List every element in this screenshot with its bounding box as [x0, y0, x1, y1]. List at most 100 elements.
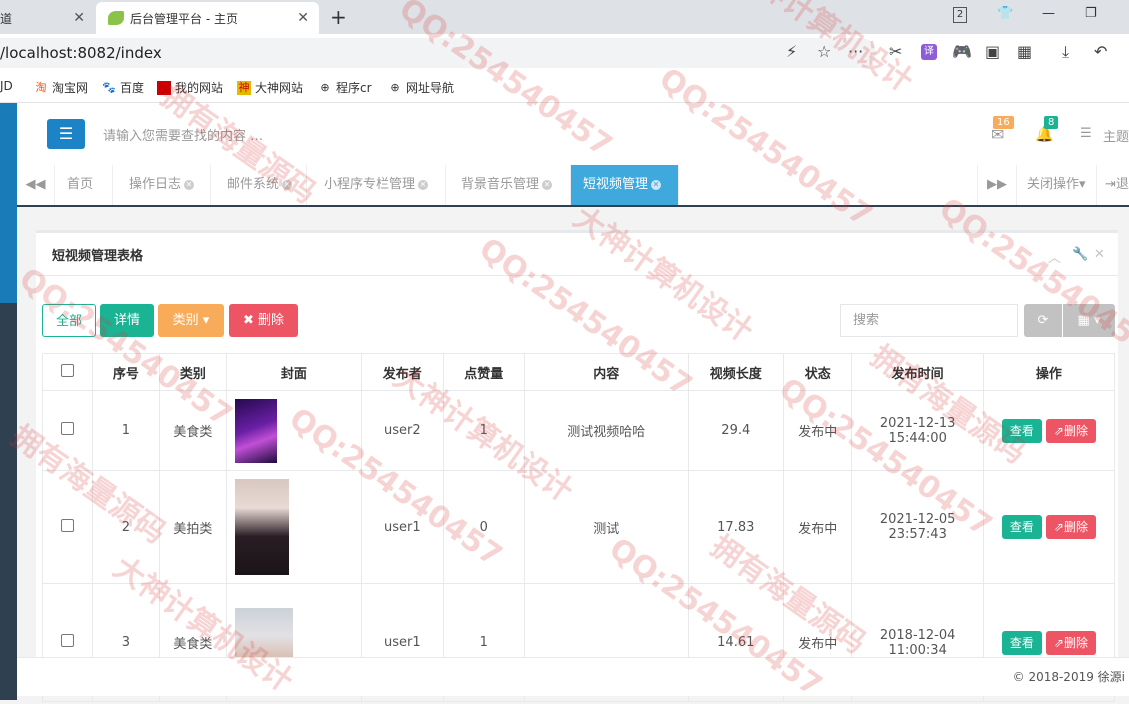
col-header[interactable]: 序号 [91, 353, 161, 391]
browser-tab-inactive[interactable]: 道 ✕ [0, 2, 95, 34]
row-checkbox[interactable] [60, 422, 74, 435]
publish-date: 2018-12-04 [879, 627, 956, 643]
view-button[interactable]: 查看 [1001, 630, 1042, 655]
row-select[interactable] [42, 470, 93, 584]
bookmark-mysite[interactable]: 我的网站 [157, 79, 223, 96]
tab-short-video[interactable]: 短视频管理 ✕ [571, 165, 679, 205]
publish-time: 11:00:34 [888, 642, 947, 658]
cover-image[interactable] [234, 479, 289, 575]
delete-button[interactable]: ✖ 删除 [229, 304, 298, 337]
gamepad-icon[interactable]: 🎮 [952, 42, 972, 61]
theme-icon[interactable]: ☰ [1080, 126, 1092, 141]
col-header[interactable]: 状态 [782, 353, 853, 391]
col-header[interactable]: 封面 [225, 353, 363, 391]
undo-icon[interactable]: ↶ [1094, 42, 1107, 61]
minimize-icon[interactable]: — [1042, 6, 1055, 21]
view-button[interactable]: 查看 [1001, 418, 1042, 443]
close-ops-dropdown[interactable]: 关闭操作▾ [1017, 165, 1097, 205]
data-table: 序号 类别 封面 发布者 点赞量 内容 视频长度 状态 发布时间 操作 1 美食… [42, 353, 1116, 702]
details-button[interactable]: 详情 [100, 304, 154, 337]
star-icon[interactable]: ☆ [817, 42, 831, 61]
row-delete-button[interactable]: ⇗删除 [1045, 418, 1096, 443]
table-row: 1 美食类 user2 1 测试视频哈哈 29.4 发布中 2021-12-13… [42, 390, 1116, 471]
all-button[interactable]: 全部 [42, 304, 96, 337]
content-tabs: ◀◀ 首页 操作日志 ✕ 邮件系统 ✕ 小程序专栏管理 ✕ 背景音乐管理 ✕ 短视频管理… [17, 165, 1129, 207]
panel-title: 短视频管理表格 [52, 249, 144, 264]
restore-icon[interactable]: ❐ [1085, 6, 1097, 21]
wrench-icon[interactable]: 🔧 [1072, 247, 1088, 262]
col-header[interactable]: 内容 [523, 353, 689, 391]
tab-label: 邮件系统 [227, 177, 280, 192]
site-icon [157, 80, 171, 95]
col-header[interactable]: 发布时间 [851, 353, 984, 391]
publish-time: 23:57:43 [888, 527, 947, 542]
close-icon[interactable]: ✕ [73, 10, 85, 26]
address-input[interactable]: /localhost:8082/index [0, 38, 876, 68]
close-icon[interactable]: ✕ [418, 179, 429, 190]
row-checkbox[interactable] [60, 634, 74, 647]
close-icon[interactable]: ✕ [651, 179, 662, 190]
close-icon[interactable]: ✕ [282, 179, 293, 190]
copyright-text: © 2018-2019 徐源i [1012, 670, 1125, 684]
bookmark-program[interactable]: ⊕ 程序cr [318, 79, 371, 96]
bookmark-jd[interactable]: JD [0, 79, 13, 93]
close-icon[interactable]: ✕ [1094, 247, 1105, 262]
bookmark-taobao[interactable]: 淘淘宝网 [34, 79, 89, 96]
col-header[interactable]: 发布者 [361, 353, 444, 391]
tab-home[interactable]: 首页 [55, 165, 113, 205]
tab-mail-system[interactable]: 邮件系统 ✕ [215, 165, 307, 205]
close-icon[interactable]: ✕ [542, 179, 553, 190]
tab-bgmusic[interactable]: 背景音乐管理 ✕ [449, 165, 571, 205]
cell-category: 美拍类 [159, 470, 227, 584]
row-select[interactable] [42, 390, 93, 471]
delete-icon: ⇗ [1053, 635, 1064, 650]
refresh-button[interactable]: ⟳ [1024, 304, 1062, 337]
cell-id: 1 [91, 390, 161, 471]
row-checkbox[interactable] [60, 518, 74, 532]
publish-time: 15:44:00 [888, 430, 947, 446]
exit-label: 退 [1115, 177, 1129, 192]
select-all-header[interactable] [42, 353, 93, 391]
close-icon[interactable]: ✕ [184, 179, 195, 190]
bookmark-baidu[interactable]: 🐾 百度 [102, 79, 144, 96]
screenshot-icon[interactable]: ▣ [985, 42, 1000, 61]
col-header[interactable]: 视频长度 [687, 353, 785, 391]
col-header[interactable]: 类别 [159, 353, 227, 391]
tabs-left-icon[interactable]: ◀◀ [17, 165, 55, 205]
row-delete-button[interactable]: ⇗删除 [1045, 630, 1096, 655]
translate-icon[interactable]: 译 [921, 44, 937, 60]
tabs-right-icon[interactable]: ▶▶ [977, 165, 1017, 205]
view-button[interactable]: 查看 [1001, 515, 1042, 539]
grid-icon[interactable]: ▦ [1017, 42, 1032, 61]
select-all-checkbox[interactable] [60, 363, 74, 377]
baidu-paw-icon: 🐾 [102, 80, 116, 94]
top-search-input[interactable]: 请输入您需要查找的内容 … [103, 125, 263, 144]
new-tab-button[interactable]: + [330, 5, 347, 29]
category-dropdown[interactable]: 类别 ▾ [158, 304, 224, 337]
lightning-icon[interactable]: ⚡ [786, 42, 797, 61]
theme-label[interactable]: 主题 [1103, 126, 1129, 145]
collapse-icon[interactable]: ︿ [1048, 247, 1061, 266]
browser-tab-active[interactable]: 后台管理平台 - 主页 ✕ [96, 2, 319, 34]
table-header-row: 序号 类别 封面 发布者 点赞量 内容 视频长度 状态 发布时间 操作 [42, 353, 1116, 391]
row-delete-button[interactable]: ⇗删除 [1045, 515, 1096, 539]
menu-toggle-button[interactable]: ☰ [47, 119, 85, 149]
tab-miniprogram[interactable]: 小程序专栏管理 ✕ [312, 165, 446, 205]
more-icon[interactable]: ··· [848, 42, 863, 61]
tab-counter[interactable]: 2 [953, 7, 967, 23]
download-icon[interactable]: ⤓ [1062, 42, 1069, 62]
shirt-icon[interactable]: 👕 [997, 6, 1013, 21]
cell-id: 2 [91, 470, 161, 584]
exit-button[interactable]: ⇥退 [1097, 165, 1129, 205]
panel-divider [36, 275, 1118, 276]
col-header[interactable]: 点赞量 [442, 353, 525, 391]
bookmark-nav[interactable]: ⊕ 网址导航 [388, 79, 454, 96]
cover-image[interactable] [234, 398, 277, 463]
table-search-input[interactable]: 搜索 [840, 304, 1018, 337]
bookmark-dashen[interactable]: 神大神网站 [237, 79, 303, 96]
scissors-icon[interactable]: ✂ [889, 42, 902, 61]
cell-status: 发布中 [782, 470, 853, 584]
tab-operation-log[interactable]: 操作日志 ✕ [117, 165, 211, 205]
close-icon[interactable]: ✕ [297, 10, 309, 26]
columns-toggle-button[interactable]: ▦ ▾ [1063, 304, 1115, 337]
